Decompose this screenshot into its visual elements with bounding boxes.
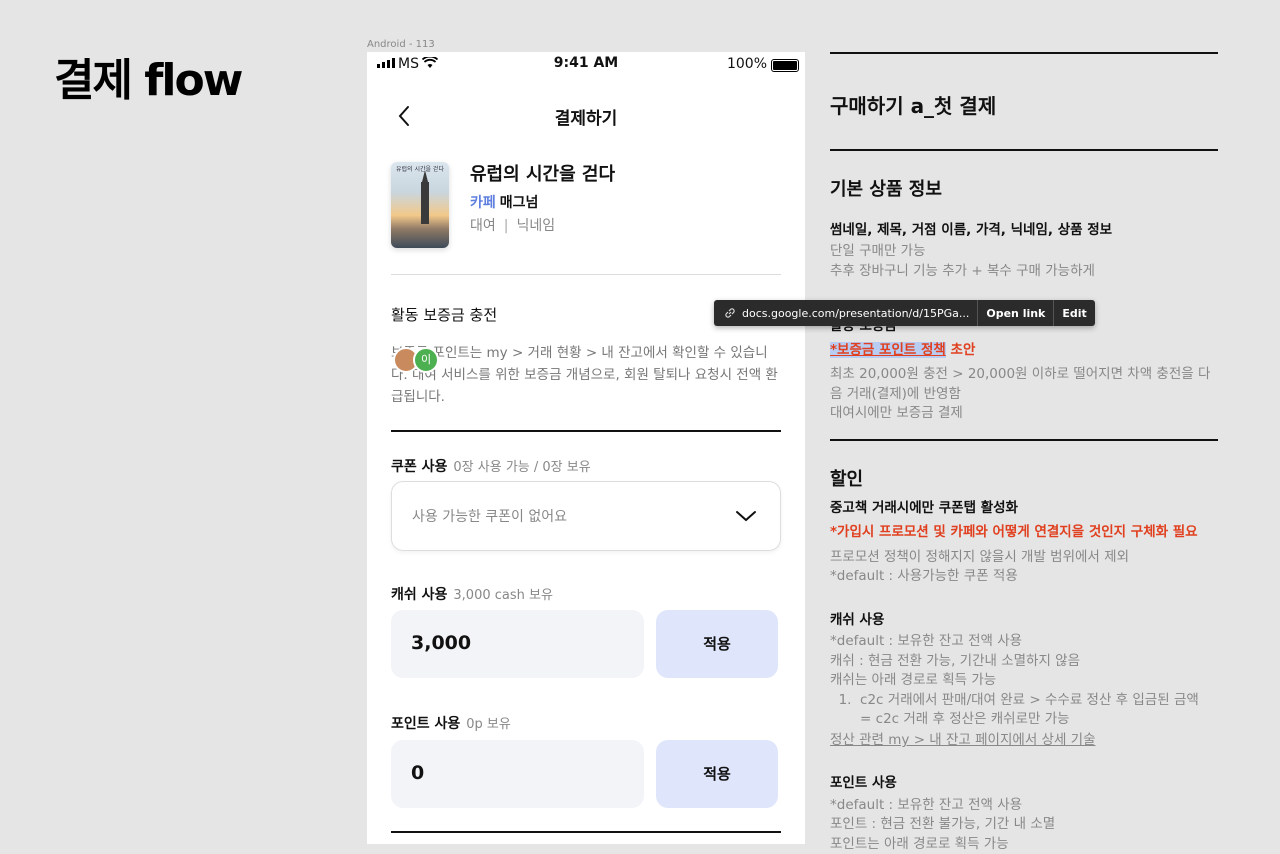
point-label: 포인트 사용 0p 보유 [391,713,511,733]
page-title: 결제 flow [54,55,243,106]
product-meta: 대여 | 닉네임 [470,215,555,235]
seller-nickname: 닉네임 [516,218,556,234]
deposit-line: 대여시에만 보증금 결제 [830,405,963,421]
cash-apply-button[interactable]: 적용 [656,610,778,678]
product-seller: 카페 매그넘 [470,192,538,212]
seller-name: 매그넘 [499,195,539,211]
basic-info-line: 단일 구매만 가능 [830,243,926,259]
battery-icon [771,59,799,72]
cash-input[interactable]: 3,000 [391,610,644,678]
open-link-button[interactable]: Open link [978,300,1053,326]
point-title: 포인트 사용 [391,716,461,732]
cover-text: 유럽의 시간을 걷다 [396,166,444,173]
product-title: 유럽의 시간을 걷다 [470,164,616,185]
battery-percent: 100% [726,56,767,72]
point-value: 0 [411,762,425,784]
section-divider [391,430,781,432]
link-url-text[interactable]: docs.google.com/presentation/d/15PGa... [742,307,969,320]
spec-divider [830,52,1218,54]
frame-label: Android - 113 [367,39,435,50]
spec-divider [830,149,1218,151]
avatar-initial[interactable]: 이 [413,347,439,373]
policy-link-suffix: 초안 [945,342,976,358]
deposit-policy-link[interactable]: *보증금 포인트 정책 초안 [830,338,1218,358]
coupon-label: 쿠폰 사용 0장 사용 가능 / 0장 보유 [391,456,591,476]
basic-info-heading: 기본 상품 정보 [830,179,942,200]
book-thumbnail: 유럽의 시간을 걷다 [391,162,449,248]
discount-sub: 중고책 거래시에만 쿠폰탭 활성화 [830,500,1018,516]
link-url[interactable]: docs.google.com/presentation/d/15PGa... [714,300,979,326]
point-balance: 0p 보유 [466,717,511,732]
spec-title: 구매하기 a_첫 결제 [830,94,997,118]
cash-balance: 3,000 cash 보유 [453,588,553,603]
app-header: 결제하기 [367,94,805,138]
divider [391,274,781,275]
product-summary: 유럽의 시간을 걷다 유럽의 시간을 걷다 카페 매그넘 대여 | 닉네임 [391,162,781,272]
discount-heading: 할인 [830,469,864,490]
discount-line: 프로모션 정책이 정해지지 않을시 개발 범위에서 제외 [830,549,1129,565]
cash-spec-line: *default : 보유한 잔고 전액 사용 [830,633,1023,649]
cash-spec-line: 캐쉬는 아래 경로로 획득 가능 [830,672,997,688]
phone-frame: MS 9:41 AM 100% 결제하기 유럽의 시간을 걷다 유럽의 시간을 … [367,52,805,844]
point-spec-line: 포인트는 아래 경로로 획득 가능 [830,836,1009,852]
cash-spec-line: 캐쉬 : 현금 전환 가능, 기간내 소멸하지 않음 [830,653,1081,669]
deposit-label: 활동 보증금 충전 [391,306,498,324]
point-spec-line: 포인트 : 현금 전환 불가능, 기간 내 소멸 [830,816,1056,832]
section-divider [391,831,781,833]
edit-link-button[interactable]: Edit [1053,300,1094,326]
cafe-label[interactable]: 카페 [470,195,496,211]
spec-divider [830,439,1218,441]
chevron-down-icon [734,504,758,528]
coupon-dropdown[interactable]: 사용 가능한 쿠폰이 없어요 [391,481,781,551]
cash-spec-heading: 캐쉬 사용 [830,612,885,628]
coupon-placeholder: 사용 가능한 쿠폰이 없어요 [412,509,568,525]
meta-separator: | [503,218,509,234]
discount-note: *가입시 프로모션 및 카페와 어떻게 연결지을 것인지 구체화 필요 [830,524,1198,540]
header-title: 결제하기 [554,109,618,129]
coupon-count: 0장 사용 가능 / 0장 보유 [453,460,591,475]
policy-link-text[interactable]: *보증금 포인트 정책 [830,342,946,358]
basic-info-sub: 썸네일, 제목, 거점 이름, 가격, 닉네임, 상품 정보 [830,222,1113,238]
point-apply-button[interactable]: 적용 [656,740,778,808]
point-spec-line: *default : 보유한 잔고 전액 사용 [830,797,1023,813]
status-bar: MS 9:41 AM 100% [367,52,805,78]
cash-spec-link[interactable]: 정산 관련 my > 내 잔고 페이지에서 상세 기술 [830,730,1218,750]
cash-spec-line: 1. c2c 거래에서 판매/대여 완료 > 수수료 정산 후 입금된 금액 [830,692,1199,708]
point-spec-heading: 포인트 사용 [830,775,897,791]
cash-title: 캐쉬 사용 [391,587,448,603]
trade-type: 대여 [470,218,496,234]
cash-label: 캐쉬 사용 3,000 cash 보유 [391,584,553,604]
point-input[interactable]: 0 [391,740,644,808]
discount-line: *default : 사용가능한 쿠폰 적용 [830,568,1018,584]
cash-spec-line: = c2c 거래 후 정산은 캐쉬로만 가능 [830,711,1070,727]
link-icon [725,308,735,318]
deposit-description: 보증금 포인트는 my > 거래 현황 > 내 잔고에서 확인할 수 있습니다.… [391,345,778,405]
basic-info-line: 추후 장바구니 기능 추가 + 복수 구매 가능하게 [830,263,1095,279]
cash-value: 3,000 [411,632,472,654]
coupon-title: 쿠폰 사용 [391,459,448,475]
deposit-line: 최초 20,000원 충전 > 20,000원 이하로 떨어지면 차액 충전을 … [830,366,1211,402]
link-tooltip: docs.google.com/presentation/d/15PGa... … [714,300,1095,326]
collaborator-avatars[interactable]: 이 [393,347,439,373]
